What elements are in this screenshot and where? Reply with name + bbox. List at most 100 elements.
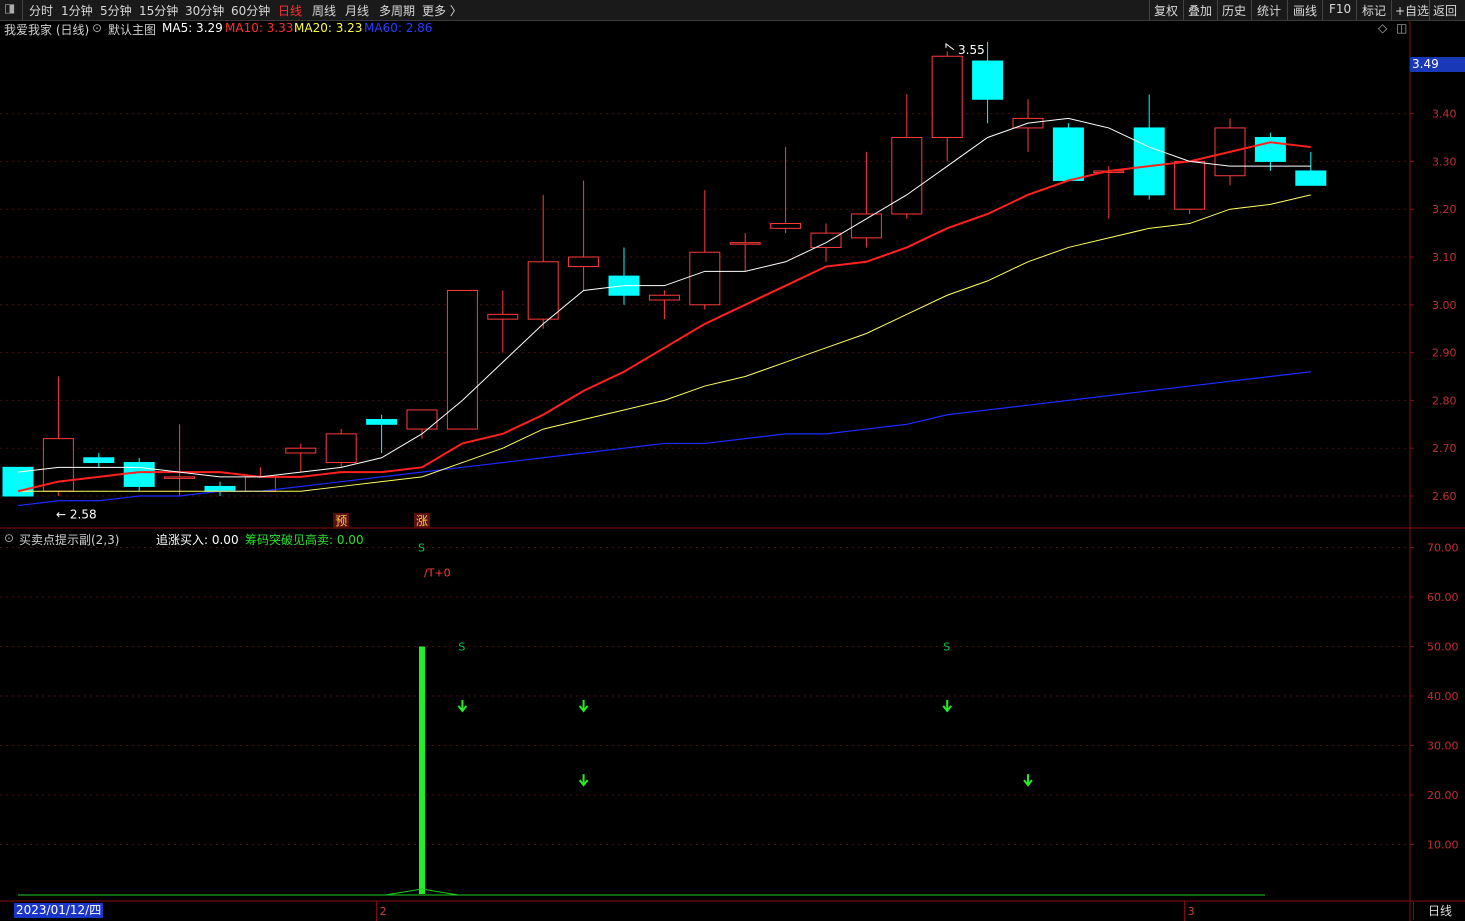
y-tick-label: 40.00 <box>1427 690 1459 703</box>
draw-button[interactable]: 画线 <box>1293 2 1317 19</box>
candle-body <box>244 476 276 492</box>
candle-body <box>1254 137 1286 162</box>
candle-body <box>446 289 478 430</box>
pre-signal-tag-bg <box>333 513 350 528</box>
window-icon[interactable]: ◨ <box>4 1 15 15</box>
y-tick-label: 3.20 <box>1432 203 1457 216</box>
history-button[interactable]: 历史 <box>1222 2 1246 19</box>
sub-signal-text: S <box>943 641 950 654</box>
y-tick-label: 30.00 <box>1427 740 1459 753</box>
current-price-tag: 3.49 <box>1410 57 1465 72</box>
month-label: 2 <box>380 905 387 918</box>
candle-body <box>850 213 882 239</box>
y-tick-label: 50.00 <box>1427 641 1459 654</box>
down-arrow-head <box>578 779 589 787</box>
candle-body <box>487 313 519 320</box>
f10-button[interactable]: F10 <box>1329 2 1351 16</box>
candle-body <box>931 55 963 139</box>
signal-bar <box>419 646 425 894</box>
period-tab-15min[interactable]: 15分钟 <box>139 2 178 19</box>
sub-indicator-name[interactable]: 买卖点提示副(2,3) <box>19 531 119 548</box>
stock-title: 我爱我家 (日线) <box>4 23 90 37</box>
y-tick-label: 2.70 <box>1432 442 1457 455</box>
ma10-value: MA10: 3.33 <box>225 21 294 35</box>
y-tick-label: 3.40 <box>1432 108 1457 121</box>
y-tick-label: 60.00 <box>1427 591 1459 604</box>
ma5-line <box>17 117 1311 478</box>
mark-button[interactable]: 标记 <box>1362 2 1386 19</box>
stats-button[interactable]: 统计 <box>1257 2 1281 19</box>
y-tick-label: 2.60 <box>1432 490 1457 503</box>
candle-body <box>285 447 317 454</box>
ma20-line <box>18 194 1311 492</box>
diamond-icon[interactable]: ◇ <box>1378 21 1387 37</box>
ma5-value: MA5: 3.29 <box>162 21 223 35</box>
sub-toggle-icon[interactable]: ⊙ <box>4 531 14 545</box>
period-tab-5min[interactable]: 5分钟 <box>100 2 132 19</box>
period-tab-daily[interactable]: 日线 <box>278 2 302 19</box>
panel-toggle-icon[interactable]: ◫ <box>1396 21 1407 37</box>
candle-body <box>568 256 600 268</box>
candle-body <box>608 275 640 296</box>
low-annotation: ← 2.58 <box>56 508 97 522</box>
sub-spike <box>385 888 459 896</box>
candle-body <box>689 251 721 306</box>
candle-body <box>1093 170 1125 173</box>
overlay-button[interactable]: 叠加 <box>1188 2 1212 19</box>
candle-body <box>891 137 923 215</box>
rise-signal-tag-bg <box>414 513 430 528</box>
candle-body <box>2 466 34 497</box>
candle-body <box>164 476 196 479</box>
toolbar: ◨ 分时 1分钟 5分钟 15分钟 30分钟 60分钟 日线 周线 月线 多周期… <box>0 0 1465 21</box>
sub-signal-text: /T+0 <box>424 566 451 579</box>
cursor-date-label: 2023/01/12/四 <box>14 903 104 918</box>
chart-area: 3.40 3.30 3.20 3.10 3.00 2.90 2.80 2.70 2.60 70.0… <box>0 20 1465 921</box>
candle-body <box>770 223 802 229</box>
pre-signal-tag: 预 <box>335 514 347 528</box>
period-tab-30min[interactable]: 30分钟 <box>185 2 224 19</box>
sub-signal-text: S <box>418 542 425 555</box>
ma60-value: MA60: 2.86 <box>364 21 433 35</box>
indicator-toggle-icon[interactable]: ⊙ <box>92 21 102 37</box>
period-tab-monthly[interactable]: 月线 <box>345 2 369 19</box>
down-arrow-head <box>942 705 952 713</box>
candle-body <box>406 409 438 430</box>
period-tab-weekly[interactable]: 周线 <box>312 2 336 19</box>
sub-value-sell: 筹码突破见高卖: 0.00 <box>245 533 364 547</box>
candle-body <box>325 433 357 464</box>
candle-body <box>527 261 559 320</box>
add-watchlist-button[interactable]: +自选 <box>1395 2 1429 19</box>
candle-body <box>366 419 398 425</box>
down-arrow-head <box>457 705 468 713</box>
period-tab-multi[interactable]: 多周期 <box>379 2 415 19</box>
ma60-line <box>17 371 1311 507</box>
candle-body <box>204 485 236 492</box>
candle-body <box>1133 127 1165 196</box>
period-label[interactable]: 日线 <box>1413 902 1465 920</box>
down-arrow-head <box>578 705 589 713</box>
high-pointer <box>945 42 955 51</box>
period-tab-60min[interactable]: 60分钟 <box>231 2 270 19</box>
candle-body <box>729 242 761 245</box>
candle-body <box>1012 117 1044 129</box>
ma20-value: MA20: 3.23 <box>294 21 363 35</box>
candle-body <box>1174 160 1206 210</box>
high-annotation: 3.55 <box>958 43 985 57</box>
ma10-line <box>17 141 1311 493</box>
sub-signal-text: S <box>458 641 465 654</box>
adjust-button[interactable]: 复权 <box>1154 2 1178 19</box>
candle-body <box>1214 127 1246 177</box>
y-tick-label: 3.10 <box>1432 251 1457 264</box>
y-tick-label: 2.90 <box>1432 347 1457 360</box>
period-tab-more[interactable]: 更多 〉 <box>422 2 462 19</box>
candle-body <box>1052 127 1084 182</box>
y-tick-label: 2.80 <box>1432 394 1457 407</box>
y-tick-label: 70.00 <box>1427 542 1459 555</box>
period-tab-intraday[interactable]: 分时 <box>29 2 53 19</box>
sub-value-chase: 追涨买入: 0.00 <box>156 533 239 547</box>
candle-body <box>648 294 680 301</box>
indicator-name[interactable]: 默认主图 <box>108 21 156 37</box>
period-tab-1min[interactable]: 1分钟 <box>61 2 93 19</box>
down-arrow-head <box>1023 779 1033 787</box>
back-button[interactable]: 返回 <box>1433 2 1457 19</box>
